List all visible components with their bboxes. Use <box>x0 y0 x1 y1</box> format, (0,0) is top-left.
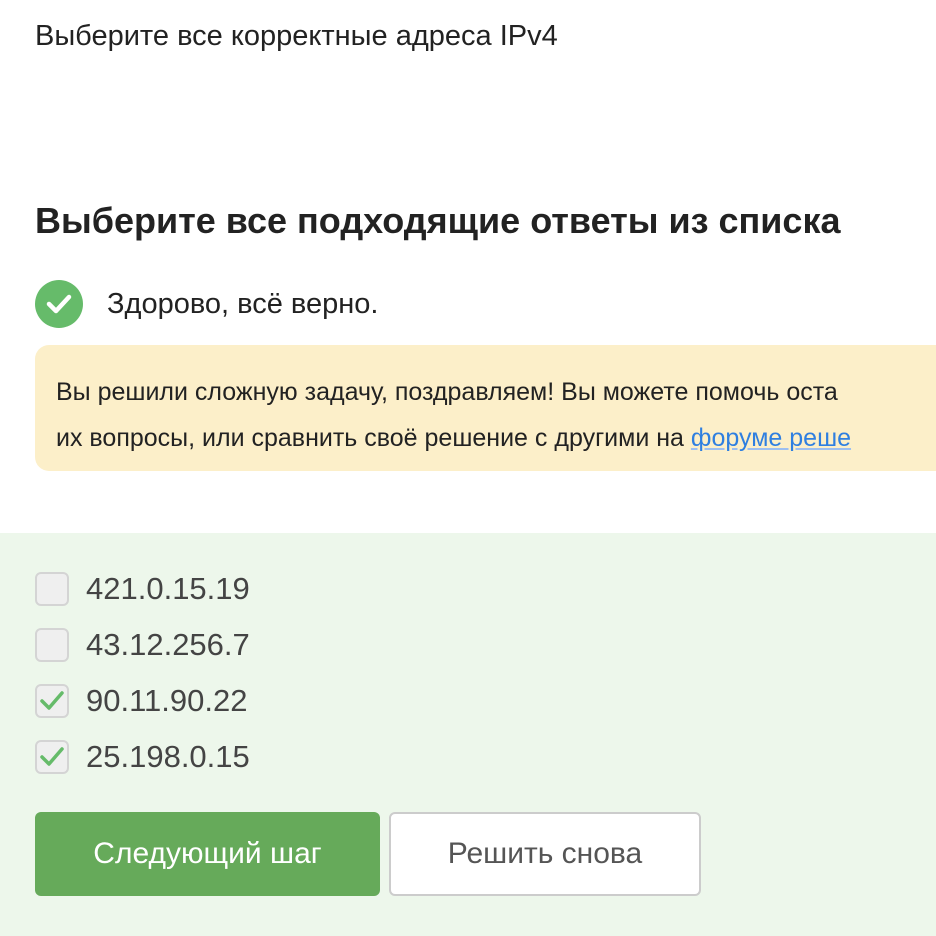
status-text: Здорово, всё верно. <box>107 287 379 320</box>
forum-link[interactable]: форуме реше <box>691 424 851 452</box>
hint-line-2: их вопросы, или сравнить своё решение с … <box>56 415 936 461</box>
option-item[interactable]: 25.198.0.15 <box>35 739 250 775</box>
next-step-button[interactable]: Следующий шаг <box>35 812 380 896</box>
option-label: 421.0.15.19 <box>86 571 250 606</box>
option-label: 43.12.256.7 <box>86 627 250 662</box>
hint-line-1: Вы решили сложную задачу, поздравляем! В… <box>56 378 838 406</box>
check-icon <box>40 691 64 710</box>
checkbox[interactable] <box>35 684 69 718</box>
question-text: Выберите все корректные адреса IPv4 <box>35 20 558 52</box>
option-label: 25.198.0.15 <box>86 739 250 774</box>
option-item[interactable]: 421.0.15.19 <box>35 571 250 607</box>
check-icon <box>40 747 64 766</box>
status-message: Здорово, всё верно. <box>35 280 378 328</box>
solve-again-button[interactable]: Решить снова <box>389 812 701 896</box>
checkbox[interactable] <box>35 740 69 774</box>
check-circle-icon <box>35 280 83 328</box>
option-label: 90.11.90.22 <box>86 683 248 718</box>
hint-line-2-text: их вопросы, или сравнить своё решение с … <box>56 424 691 452</box>
option-item[interactable]: 90.11.90.22 <box>35 683 247 719</box>
checkbox[interactable] <box>35 628 69 662</box>
instruction-heading: Выберите все подходящие ответы из списка <box>35 200 841 241</box>
option-item[interactable]: 43.12.256.7 <box>35 627 250 663</box>
hint-box: Вы решили сложную задачу, поздравляем! В… <box>35 345 936 471</box>
checkbox[interactable] <box>35 572 69 606</box>
